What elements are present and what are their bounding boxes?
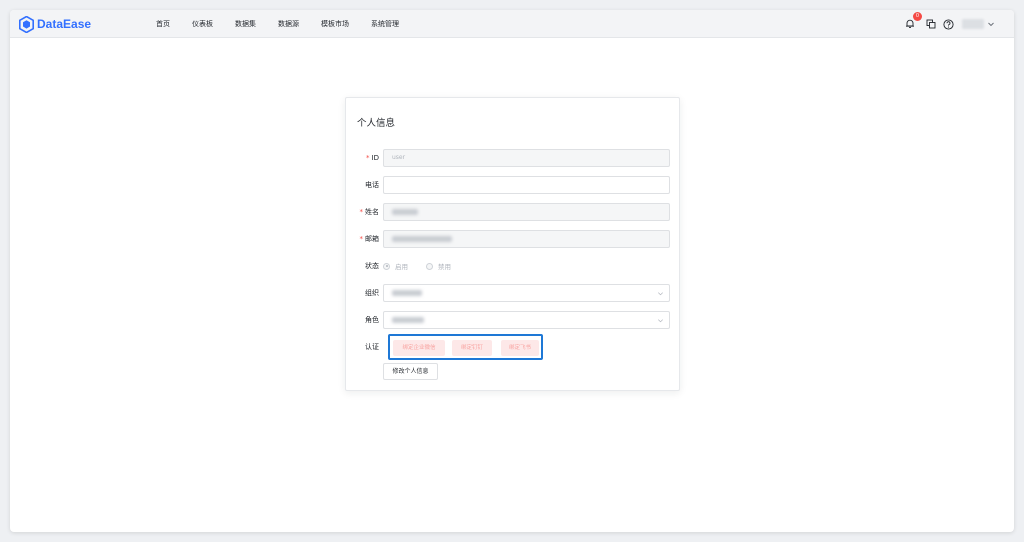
radio-checked-icon [383, 262, 390, 270]
nav-item-home[interactable]: 首页 [156, 10, 170, 38]
blurred-org [392, 289, 422, 296]
blurred-role [392, 316, 424, 323]
app-window: DataEase 首页 仪表板 数据集 数据源 模板市场 系统管理 0 个人信息… [10, 10, 1014, 532]
id-field: user [383, 149, 670, 167]
edit-profile-button[interactable]: 修改个人信息 [383, 363, 438, 380]
bind-wecom-button[interactable]: 绑定企业微信 [393, 340, 445, 356]
bell-icon [906, 19, 914, 29]
help-icon [942, 18, 954, 30]
row-id: * ID user [346, 149, 681, 167]
personal-info-card: 个人信息 * ID user 电话 * 姓名 * 邮箱 状态 启用 禁用 组织 … [345, 97, 680, 391]
card-title: 个人信息 [357, 118, 396, 129]
copy-icon [926, 19, 936, 29]
id-label: * ID [366, 154, 379, 162]
role-select[interactable] [383, 311, 670, 329]
name-label: * 姓名 [359, 208, 380, 216]
status-radio-group: 启用 禁用 [383, 257, 469, 275]
auth-buttons-highlight: 绑定企业微信 绑定钉钉 绑定飞书 [388, 334, 543, 360]
nav-item-template-market[interactable]: 模板市场 [321, 10, 349, 38]
row-role: 角色 [346, 311, 681, 329]
nav-item-dashboard[interactable]: 仪表板 [192, 10, 213, 38]
name-field[interactable] [383, 203, 670, 221]
status-disabled-radio[interactable]: 禁用 [426, 261, 451, 271]
bind-lark-button[interactable]: 绑定飞书 [501, 340, 539, 356]
phone-label: 电话 [365, 181, 379, 189]
status-label: 状态 [365, 262, 379, 270]
bind-dingtalk-button[interactable]: 绑定钉钉 [452, 340, 492, 356]
auth-label: 认证 [365, 343, 379, 351]
row-status: 状态 启用 禁用 [346, 257, 681, 275]
dataease-logo-icon [19, 15, 34, 33]
org-label: 组织 [365, 289, 379, 297]
radio-unchecked-icon [426, 262, 433, 270]
row-email: * 邮箱 [346, 230, 681, 248]
org-select[interactable] [383, 284, 670, 302]
row-org: 组织 [346, 284, 681, 302]
chevron-down-icon [658, 292, 663, 296]
role-label: 角色 [365, 316, 379, 324]
nav-item-dataset[interactable]: 数据集 [235, 10, 256, 38]
copy-button[interactable] [924, 17, 938, 31]
app-logo[interactable]: DataEase [19, 15, 91, 33]
nav-item-system-management[interactable]: 系统管理 [371, 10, 399, 38]
notification-badge: 0 [913, 12, 922, 21]
status-enabled-radio[interactable]: 启用 [383, 261, 408, 271]
row-name: * 姓名 [346, 203, 681, 221]
email-label: * 邮箱 [359, 235, 380, 243]
top-navigation-bar: DataEase 首页 仪表板 数据集 数据源 模板市场 系统管理 0 [10, 10, 1014, 38]
help-button[interactable] [941, 17, 955, 31]
phone-field[interactable] [383, 176, 670, 194]
row-phone: 电话 [346, 176, 681, 194]
email-field[interactable] [383, 230, 670, 248]
chevron-down-icon[interactable] [986, 19, 996, 29]
nav-item-datasource[interactable]: 数据源 [278, 10, 299, 38]
blurred-email [392, 235, 452, 242]
chevron-down-icon [658, 319, 663, 323]
user-avatar[interactable] [962, 19, 984, 29]
blurred-name [392, 208, 418, 215]
app-name: DataEase [37, 17, 92, 31]
